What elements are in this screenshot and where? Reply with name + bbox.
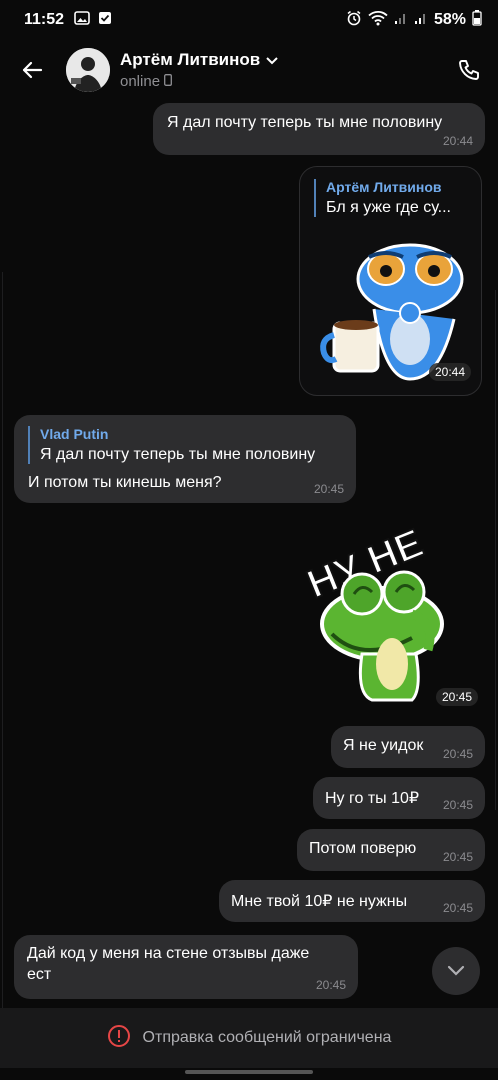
message-bubble-incoming[interactable]: Дай код у меня на стене отзывы даже ест … bbox=[14, 935, 358, 999]
message-text-line-2: ест bbox=[27, 966, 52, 983]
battery-icon bbox=[472, 9, 482, 31]
message-bubble-outgoing[interactable]: Ну го ты 10₽ 20:45 bbox=[313, 777, 485, 819]
reply-quote[interactable]: Vlad Putin Я дал почту теперь ты мне пол… bbox=[28, 426, 342, 464]
gesture-nav-bar[interactable] bbox=[185, 1070, 313, 1074]
message-text: Я дал почту теперь ты мне половину bbox=[167, 114, 443, 131]
green-frog-sticker: НУ НЕ bbox=[300, 520, 444, 702]
chevron-down-icon bbox=[266, 50, 278, 70]
message-bubble-outgoing[interactable]: Потом поверю 20:45 bbox=[297, 829, 485, 871]
chevron-down-icon bbox=[447, 965, 465, 976]
phone-icon bbox=[459, 60, 479, 80]
gallery-icon bbox=[74, 10, 90, 30]
message-bubble-outgoing[interactable]: Я не уидок 20:45 bbox=[331, 726, 485, 768]
arrow-left-icon bbox=[22, 61, 43, 79]
message-text: Мне твой 10₽ не нужны bbox=[231, 893, 408, 910]
message-time: 20:45 bbox=[442, 901, 473, 915]
message-time: 20:45 bbox=[442, 747, 473, 761]
message-text-line-1: Дай код у меня на стене отзывы даже bbox=[27, 945, 310, 962]
left-edge-divider bbox=[2, 272, 3, 1012]
restriction-text: Отправка сообщений ограничена bbox=[142, 1029, 392, 1046]
contact-status: online bbox=[120, 73, 161, 90]
message-time: 20:45 bbox=[313, 482, 344, 496]
message-time: 20:45 bbox=[315, 978, 346, 992]
reply-author: Vlad Putin bbox=[40, 426, 109, 442]
call-button[interactable] bbox=[454, 55, 484, 85]
message-text: И потом ты кинешь меня? bbox=[28, 474, 222, 491]
status-bar: 11:52 58% bbox=[0, 0, 498, 40]
message-time: 20:44 bbox=[428, 363, 471, 381]
message-bubble-outgoing[interactable]: Мне твой 10₽ не нужны 20:45 bbox=[219, 880, 485, 922]
message-time: 20:45 bbox=[442, 850, 473, 864]
signal-icon-1 bbox=[394, 11, 408, 30]
status-time: 11:52 bbox=[24, 11, 65, 28]
checkbox-notification-icon bbox=[98, 11, 112, 30]
reply-text: Бл я уже где су... bbox=[326, 199, 451, 216]
alarm-icon bbox=[346, 10, 362, 31]
warning-icon bbox=[107, 1024, 131, 1053]
reply-text: Я дал почту теперь ты мне половину bbox=[40, 446, 316, 463]
signal-icon-2 bbox=[414, 11, 428, 30]
contact-info[interactable]: Артём Литвинов online bbox=[120, 50, 278, 90]
wifi-icon bbox=[368, 10, 388, 31]
composer-restricted-bar: Отправка сообщений ограничена bbox=[0, 1008, 498, 1068]
message-time: 20:45 bbox=[442, 798, 473, 812]
message-bubble-incoming[interactable]: Vlad Putin Я дал почту теперь ты мне пол… bbox=[14, 415, 356, 503]
scroll-to-bottom-button[interactable] bbox=[432, 947, 480, 995]
message-time: 20:45 bbox=[435, 688, 478, 706]
avatar[interactable] bbox=[66, 48, 110, 92]
mobile-phone-icon bbox=[164, 73, 172, 90]
sticker-message-outgoing[interactable]: Артём Литвинов Бл я уже где су... 20:44 bbox=[299, 166, 482, 396]
reply-quote[interactable]: Артём Литвинов Бл я уже где су... bbox=[314, 179, 467, 217]
sticker-message-outgoing[interactable]: НУ НЕ 20:45 bbox=[292, 514, 478, 710]
message-time: 20:44 bbox=[442, 134, 473, 148]
message-bubble-outgoing[interactable]: Я дал почту теперь ты мне половину 20:44 bbox=[153, 103, 485, 155]
battery-percent: 58% bbox=[433, 11, 466, 28]
back-button[interactable] bbox=[18, 56, 46, 84]
right-edge-divider bbox=[495, 290, 496, 810]
chat-header: Артём Литвинов online bbox=[0, 40, 498, 100]
contact-name: Артём Литвинов bbox=[120, 50, 261, 69]
reply-author: Артём Литвинов bbox=[326, 179, 442, 195]
